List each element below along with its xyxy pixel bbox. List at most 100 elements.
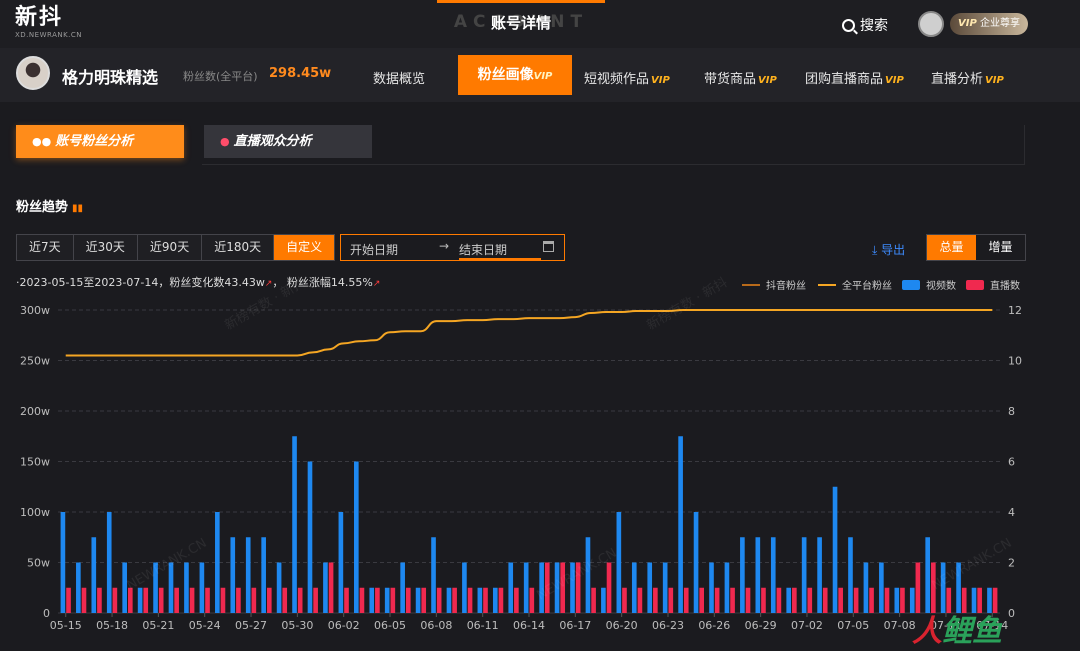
video-count-bar: [307, 461, 313, 613]
range-180d[interactable]: 近180天: [202, 235, 275, 260]
summary-text: ·2023-05-15至2023-07-14，粉丝变化数43.43w↗， 粉丝涨…: [16, 276, 381, 289]
video-count-bar: [76, 562, 81, 613]
legend-all-fans[interactable]: 全平台粉丝: [818, 277, 892, 292]
title-accent-bar: [437, 0, 605, 3]
live-count-bar: [668, 587, 674, 613]
live-count-bar: [112, 587, 118, 613]
video-count-bar: [894, 587, 900, 613]
date-range-picker[interactable]: 开始日期 → 结束日期: [340, 234, 565, 261]
live-count-bar: [683, 587, 689, 613]
live-count-bar: [575, 562, 581, 613]
live-count-bar: [637, 587, 643, 613]
live-count-bar: [189, 587, 195, 613]
live-count-bar: [297, 587, 303, 613]
logo-text: 新抖: [15, 5, 64, 30]
live-count-bar: [591, 587, 596, 613]
live-count-bar: [359, 587, 365, 613]
summary-change: ·2023-05-15至2023-07-14，粉丝变化数43.43w: [16, 276, 265, 289]
y-tick-label-left: 150w: [20, 456, 50, 469]
tab-live-audience-analysis[interactable]: ● 直播观众分析: [204, 125, 372, 158]
nav-products[interactable]: 带货商品 VIP: [704, 68, 777, 87]
x-tick-label: 06-23: [652, 619, 684, 632]
fans-label: 粉丝数(全平台): [183, 70, 258, 83]
video-count-bar: [879, 562, 884, 613]
x-tick-label: 07-08: [884, 619, 916, 632]
nav-group-live-products[interactable]: 团购直播商品 VIP: [805, 68, 904, 87]
nav-fans-profile[interactable]: 粉丝画像VIP: [458, 55, 572, 95]
x-tick-label: 05-27: [235, 619, 267, 632]
video-count-bar: [338, 512, 344, 613]
x-tick-label: 05-30: [281, 619, 313, 632]
y-tick-label-left: 0: [43, 607, 50, 620]
x-tick-label: 06-08: [420, 619, 452, 632]
live-count-bar: [467, 587, 473, 613]
calendar-icon[interactable]: [543, 241, 554, 252]
toggle-increment[interactable]: 增量: [976, 235, 1025, 260]
legend-videos[interactable]: 视频数: [902, 277, 956, 292]
video-count-bar: [353, 461, 359, 613]
legend-lives[interactable]: 直播数: [966, 277, 1020, 292]
range-7d[interactable]: 近7天: [17, 235, 74, 260]
y-tick-label-right: 10: [1008, 355, 1022, 368]
nav-data-overview[interactable]: 数据概览: [373, 68, 425, 87]
live-count-bar: [622, 587, 627, 613]
all-platform-fans-line: [65, 309, 993, 357]
legend-bar-swatch: [902, 279, 920, 290]
y-tick-label-left: 250w: [20, 355, 50, 368]
legend-label: 全平台粉丝: [842, 281, 892, 292]
range-90d[interactable]: 近90天: [137, 235, 203, 260]
range-custom[interactable]: 自定义: [274, 235, 335, 260]
export-label: 导出: [881, 243, 906, 257]
x-tick-label: 06-11: [467, 619, 499, 632]
x-tick-label: 05-18: [96, 619, 128, 632]
tab-account-fans-analysis[interactable]: ●● 账号粉丝分析: [16, 125, 184, 158]
up-arrow-icon: ↗: [264, 279, 273, 289]
vip-badge-text: 企业尊享: [979, 18, 1020, 29]
live-count-bar: [822, 587, 828, 613]
y-tick-label-left: 200w: [20, 405, 50, 418]
vip-badge[interactable]: VIP 企业尊享: [950, 13, 1028, 35]
nav-label: 短视频作品: [584, 72, 650, 87]
nav-live-analysis[interactable]: 直播分析 VIP: [931, 68, 1004, 87]
live-count-bar: [544, 562, 550, 613]
live-count-bar: [807, 587, 813, 613]
user-avatar[interactable]: [918, 11, 944, 37]
nav-short-videos[interactable]: 短视频作品 VIP: [584, 68, 670, 87]
video-count-bar: [106, 512, 112, 613]
live-count-bar: [838, 587, 843, 613]
live-count-bar: [344, 587, 349, 613]
start-date-input[interactable]: 开始日期: [350, 241, 398, 258]
live-count-bar: [498, 587, 504, 613]
range-30d[interactable]: 近30天: [73, 235, 138, 260]
vip-badge-mark: VIP: [958, 18, 977, 29]
video-count-bar: [693, 512, 699, 613]
video-count-bar: [523, 562, 529, 613]
live-count-bar: [174, 587, 179, 613]
live-count-bar: [853, 587, 859, 613]
nav-label: 数据概览: [373, 72, 426, 87]
search-icon: [842, 19, 855, 32]
video-count-bar: [770, 537, 776, 613]
video-count-bar: [724, 562, 730, 613]
video-count-bar: [863, 562, 869, 613]
corner-logo: 人鲤鱼: [912, 614, 1002, 649]
search-button[interactable]: 搜索: [842, 15, 888, 35]
video-count-bar: [570, 562, 575, 613]
x-tick-label: 06-26: [698, 619, 730, 632]
watermark: 新榜有数 · 新抖: [644, 274, 730, 333]
live-count-bar: [158, 587, 164, 613]
legend-douyin-fans[interactable]: 抖音粉丝: [742, 277, 806, 292]
export-button[interactable]: ⤓ 导出: [872, 241, 905, 258]
toggle-total[interactable]: 总量: [927, 235, 976, 260]
video-count-bar: [415, 587, 421, 613]
end-date-input[interactable]: 结束日期: [459, 241, 507, 258]
x-tick-label: 07-02: [791, 619, 823, 632]
video-count-bar: [848, 537, 853, 613]
user-icon: ●: [220, 135, 230, 148]
logo[interactable]: 新抖 XD.NEWRANK.CN: [15, 5, 82, 40]
fans-icon: ●●: [32, 135, 52, 148]
video-count-bar: [446, 587, 452, 613]
video-count-bar: [384, 587, 390, 613]
video-count-bar: [678, 436, 683, 613]
live-count-bar: [421, 587, 427, 613]
